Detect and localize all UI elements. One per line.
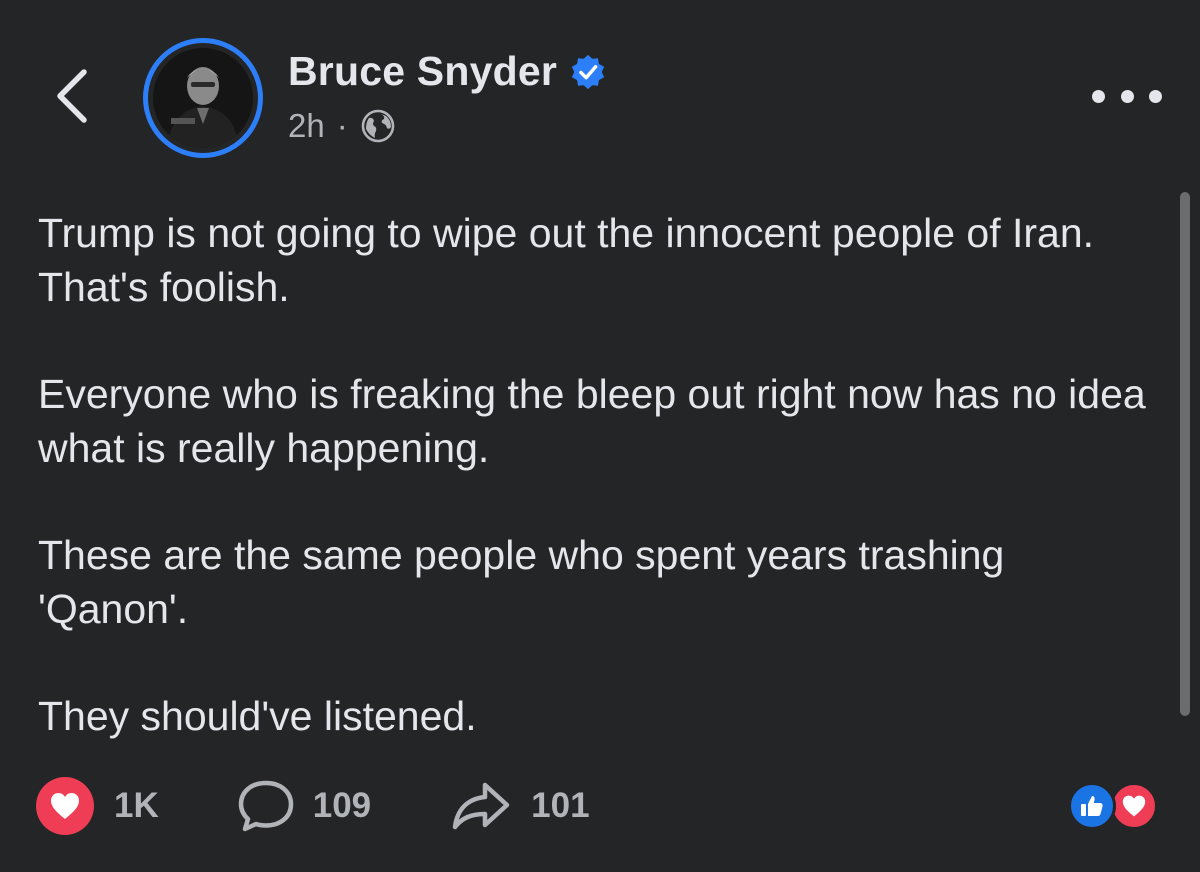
- author-avatar[interactable]: [143, 38, 263, 158]
- post-text: Trump is not going to wipe out the innoc…: [38, 206, 1158, 743]
- more-horizontal-icon-dot: [1120, 89, 1134, 103]
- more-options-button[interactable]: [1092, 76, 1162, 116]
- react-button[interactable]: 1K: [36, 777, 159, 835]
- meta-separator: ·: [336, 107, 348, 144]
- reactions-summary[interactable]: [1068, 782, 1168, 832]
- share-button[interactable]: 101: [451, 779, 590, 833]
- post-paragraph: These are the same people who spent year…: [38, 532, 1005, 632]
- scrollbar[interactable]: [1180, 192, 1190, 716]
- post-paragraph: They should've listened.: [38, 693, 477, 739]
- author-name[interactable]: Bruce Snyder: [288, 48, 557, 95]
- comment-icon: [238, 780, 293, 832]
- back-button[interactable]: [44, 62, 100, 130]
- like-icon: [1068, 782, 1116, 830]
- share-icon: [452, 782, 510, 830]
- verified-badge-icon: [571, 54, 605, 89]
- post-paragraph: Trump is not going to wipe out the innoc…: [38, 210, 1095, 310]
- share-count: 101: [531, 786, 590, 825]
- more-horizontal-icon-dot: [1149, 89, 1162, 103]
- author-name-row[interactable]: Bruce Snyder: [288, 48, 607, 95]
- comment-count: 109: [312, 786, 372, 825]
- love-icon: [1110, 782, 1158, 830]
- chevron-left-icon: [57, 69, 87, 123]
- avatar: [153, 48, 253, 148]
- post-timestamp[interactable]: 2h: [288, 107, 325, 145]
- action-bar: 1K 109 101: [36, 777, 590, 835]
- post-paragraph: Everyone who is freaking the bleep out r…: [38, 371, 1146, 471]
- more-horizontal-icon: [1092, 89, 1105, 103]
- post-meta: 2h ·: [288, 104, 396, 148]
- heart-icon: [36, 777, 94, 835]
- avatar-photo: [153, 48, 253, 148]
- comment-button[interactable]: 109: [237, 779, 371, 833]
- reaction-count: 1K: [114, 786, 159, 825]
- globe-icon[interactable]: [360, 108, 396, 144]
